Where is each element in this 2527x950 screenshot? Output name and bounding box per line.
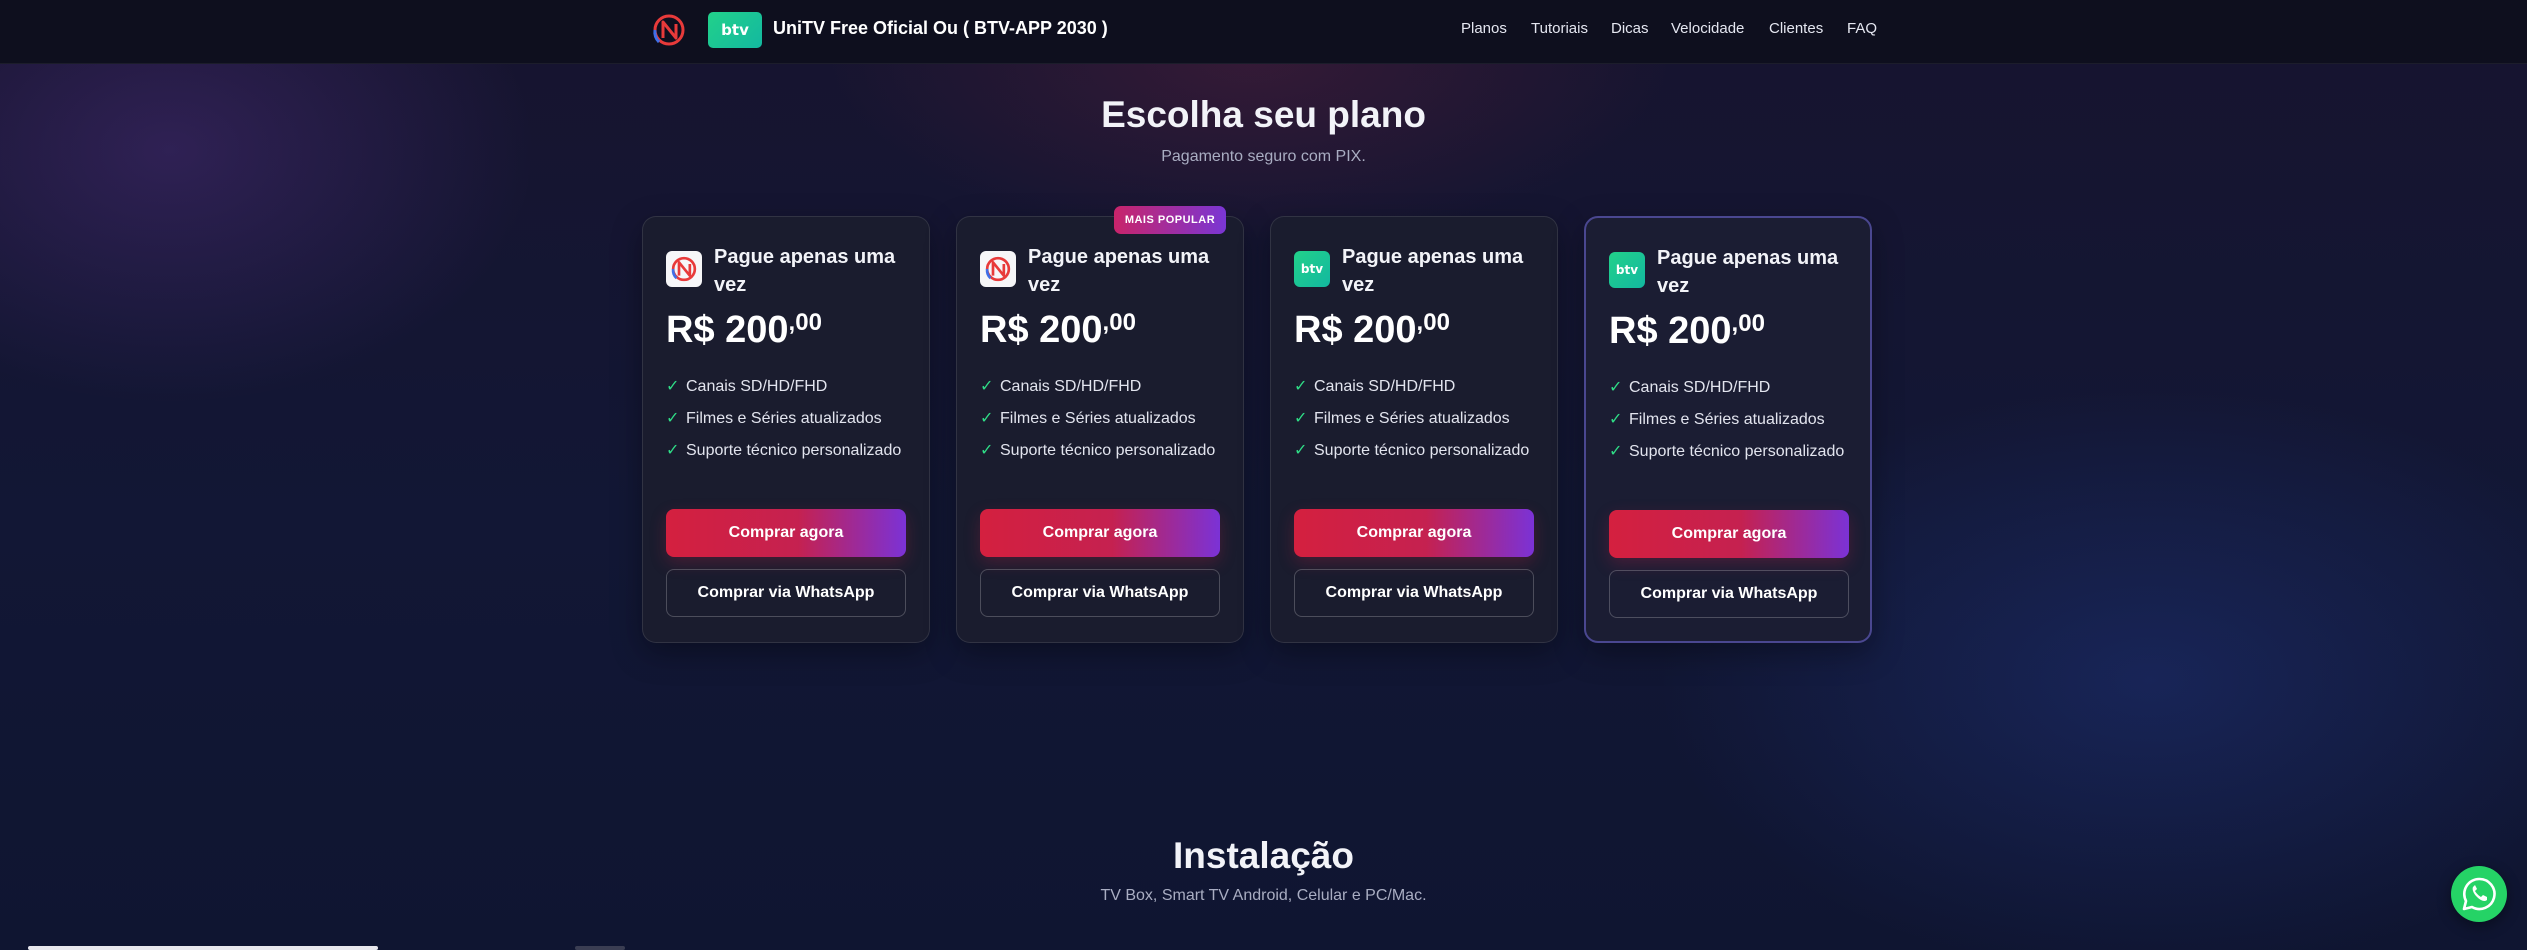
plan-title: Pague apenas uma vez	[714, 246, 896, 296]
buy-now-button[interactable]: Comprar agora	[666, 509, 906, 557]
feature-item: ✓ Suporte técnico personalizado	[980, 439, 1230, 463]
plan-price: R$ 200,00	[1609, 310, 1765, 353]
check-icon: ✓	[1609, 443, 1623, 460]
plan-features: ✓ Canais SD/HD/FHD ✓ Filmes e Séries atual…	[1294, 375, 1544, 471]
nav-link-tutoriais[interactable]: Tutoriais	[1531, 20, 1588, 37]
price-main: R$ 200	[1609, 310, 1732, 352]
unitv-logo-icon	[980, 251, 1016, 287]
bottom-scroll-indicator	[28, 946, 378, 950]
bottom-scroll-indicator	[575, 946, 625, 950]
plan-card: Pague apenas uma vez R$ 200,00 ✓ Canais S…	[642, 216, 930, 643]
nav-link-planos[interactable]: Planos	[1461, 20, 1507, 37]
nav-link-faq[interactable]: FAQ	[1847, 20, 1877, 37]
nav-link-velocidade[interactable]: Velocidade	[1671, 20, 1744, 37]
check-icon: ✓	[1609, 411, 1623, 428]
top-navbar: btv UniTV Free Oficial Ou ( BTV-APP 2030…	[0, 0, 2527, 64]
feature-item: ✓ Canais SD/HD/FHD	[1294, 375, 1544, 399]
price-cents: ,00	[1731, 310, 1765, 337]
plan-price: R$ 200,00	[1294, 309, 1450, 352]
feature-item: ✓ Suporte técnico personalizado	[1294, 439, 1544, 463]
nav-link-clientes[interactable]: Clientes	[1769, 20, 1823, 37]
check-icon: ✓	[980, 442, 994, 459]
feature-item: ✓ Canais SD/HD/FHD	[666, 375, 916, 399]
plan-card: Pague apenas uma vez R$ 200,00 ✓ Canais S…	[956, 216, 1244, 643]
buy-whatsapp-button[interactable]: Comprar via WhatsApp	[666, 569, 906, 617]
feature-item: ✓ Filmes e Séries atualizados	[980, 407, 1230, 431]
price-main: R$ 200	[1294, 309, 1417, 351]
feature-item: ✓ Filmes e Séries atualizados	[1294, 407, 1544, 431]
nav-link-dicas[interactable]: Dicas	[1611, 20, 1649, 37]
unitv-logo-icon	[666, 251, 702, 287]
plans-section-title: Escolha seu plano	[1101, 94, 1426, 135]
check-icon: ✓	[980, 410, 994, 427]
plan-title: Pague apenas uma vez	[1342, 246, 1524, 296]
btv-logo-icon: btv	[1294, 251, 1330, 287]
main-nav: Planos Tutoriais Dicas Velocidade Client…	[0, 20, 2527, 40]
whatsapp-float-button[interactable]	[2451, 866, 2507, 922]
check-icon: ✓	[980, 378, 994, 395]
buy-whatsapp-button[interactable]: Comprar via WhatsApp	[1609, 570, 1849, 618]
feature-item: ✓ Filmes e Séries atualizados	[1609, 408, 1859, 432]
check-icon: ✓	[1294, 378, 1308, 395]
buy-whatsapp-button[interactable]: Comprar via WhatsApp	[980, 569, 1220, 617]
price-cents: ,00	[1102, 309, 1136, 336]
price-cents: ,00	[1416, 309, 1450, 336]
page-background	[0, 0, 2527, 950]
check-icon: ✓	[666, 442, 680, 459]
price-cents: ,00	[788, 309, 822, 336]
check-icon: ✓	[666, 410, 680, 427]
feature-item: ✓ Canais SD/HD/FHD	[980, 375, 1230, 399]
check-icon: ✓	[1609, 379, 1623, 396]
plan-card: btv Pague apenas uma vez R$ 200,00 ✓ Cana…	[1584, 216, 1872, 643]
plan-features: ✓ Canais SD/HD/FHD ✓ Filmes e Séries atual…	[1609, 376, 1859, 472]
plans-section-subtitle: Pagamento seguro com PIX.	[1161, 148, 1366, 165]
check-icon: ✓	[1294, 442, 1308, 459]
feature-item: ✓ Canais SD/HD/FHD	[1609, 376, 1859, 400]
buy-now-button[interactable]: Comprar agora	[1609, 510, 1849, 558]
whatsapp-icon	[2462, 877, 2496, 911]
feature-item: ✓ Suporte técnico personalizado	[1609, 440, 1859, 464]
price-main: R$ 200	[980, 309, 1103, 351]
most-popular-badge: MAIS POPULAR	[1114, 206, 1226, 234]
plan-title: Pague apenas uma vez	[1657, 247, 1839, 297]
btv-logo-icon: btv	[1609, 252, 1645, 288]
buy-now-button[interactable]: Comprar agora	[980, 509, 1220, 557]
check-icon: ✓	[1294, 410, 1308, 427]
buy-whatsapp-button[interactable]: Comprar via WhatsApp	[1294, 569, 1534, 617]
buy-now-button[interactable]: Comprar agora	[1294, 509, 1534, 557]
plan-title: Pague apenas uma vez	[1028, 246, 1210, 296]
plan-features: ✓ Canais SD/HD/FHD ✓ Filmes e Séries atual…	[980, 375, 1230, 471]
install-section-subtitle: TV Box, Smart TV Android, Celular e PC/M…	[1100, 887, 1427, 904]
feature-item: ✓ Suporte técnico personalizado	[666, 439, 916, 463]
plan-price: R$ 200,00	[666, 309, 822, 352]
check-icon: ✓	[666, 378, 680, 395]
plan-features: ✓ Canais SD/HD/FHD ✓ Filmes e Séries atual…	[666, 375, 916, 471]
install-section-title: Instalação	[1173, 835, 1354, 876]
plan-card: btv Pague apenas uma vez R$ 200,00 ✓ Cana…	[1270, 216, 1558, 643]
feature-item: ✓ Filmes e Séries atualizados	[666, 407, 916, 431]
plan-price: R$ 200,00	[980, 309, 1136, 352]
price-main: R$ 200	[666, 309, 789, 351]
